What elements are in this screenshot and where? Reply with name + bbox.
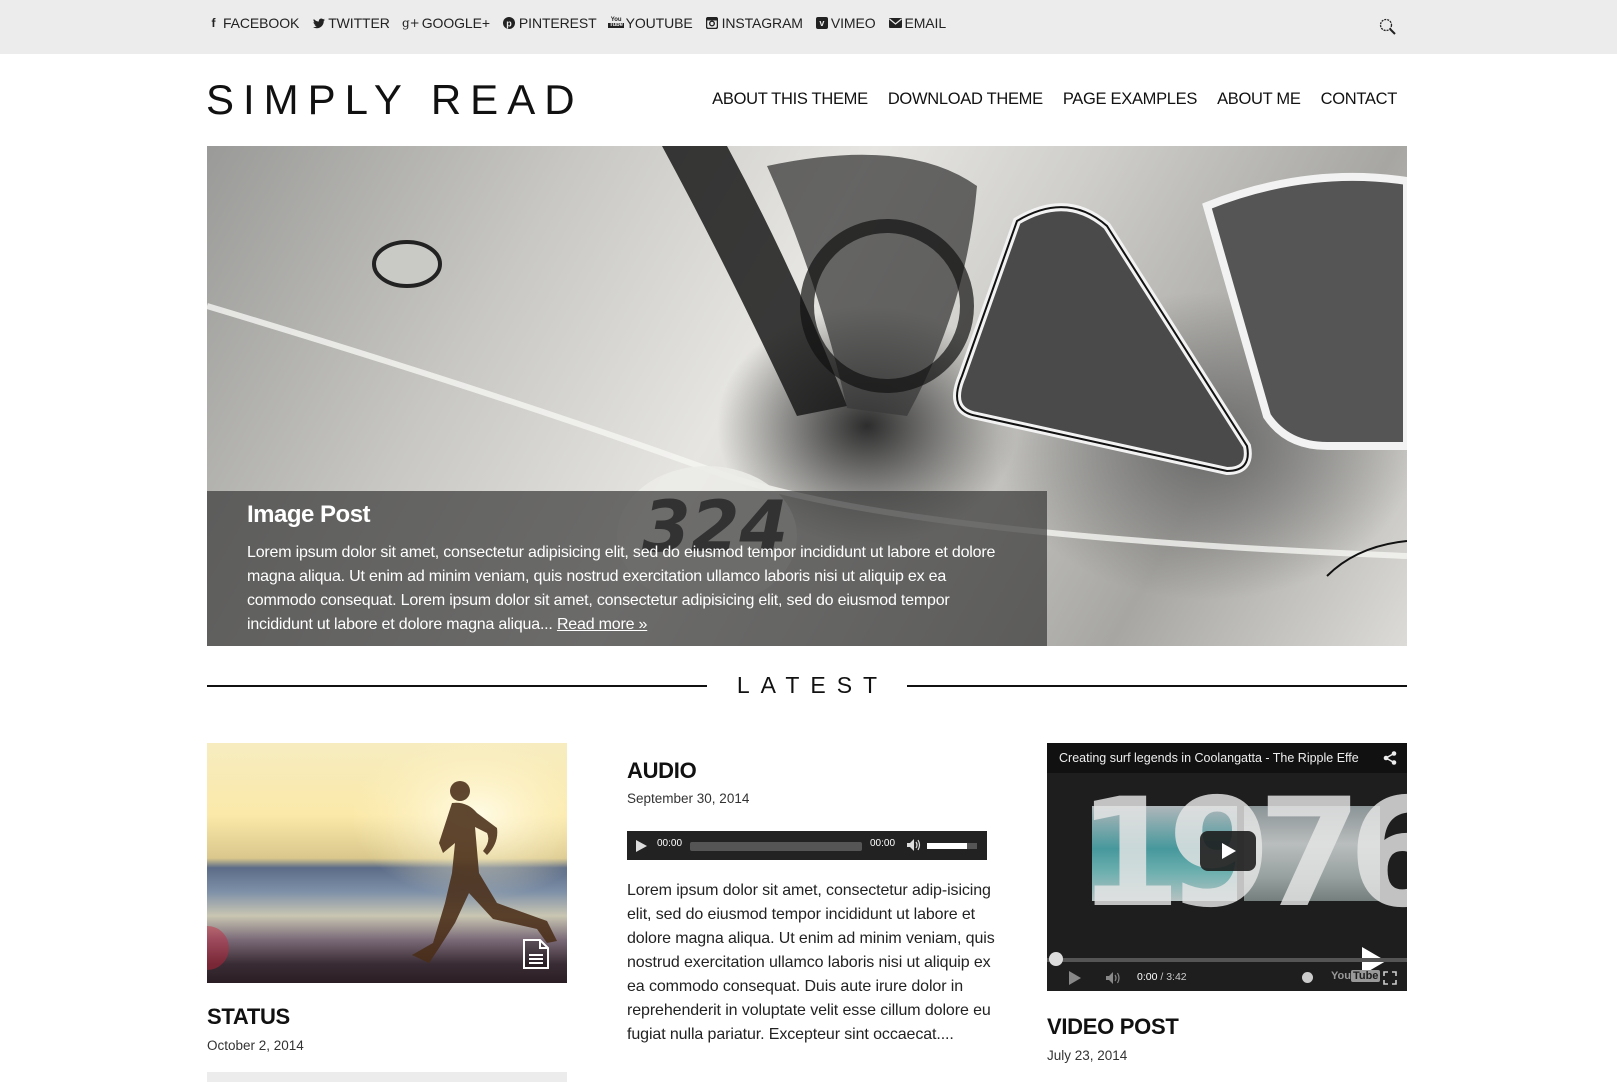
read-more-link[interactable]: Read more » (557, 616, 647, 633)
audio-volume-level (927, 843, 967, 849)
video-controls: 0:00 / 3:42 You Tube (1047, 965, 1407, 991)
status-post-title[interactable]: STATUS (207, 1004, 290, 1030)
social-bar: f FACEBOOK TWITTER g+ GOOGLE+ p PINTEREST Y… (0, 0, 1617, 54)
social-link-instagram[interactable]: INSTAGRAM (706, 15, 803, 31)
social-link-google-plus[interactable]: g+ GOOGLE+ (401, 15, 490, 31)
latest-heading: LATEST (736, 672, 889, 698)
divider-line-left (207, 685, 707, 687)
vimeo-icon: v (815, 17, 828, 29)
audio-duration: 00:00 (870, 838, 896, 849)
main-nav: ABOUT THIS THEME DOWNLOAD THEME PAGE EXA… (712, 90, 1397, 109)
nav-contact[interactable]: CONTACT (1321, 90, 1398, 109)
featured-post-hero[interactable]: 324 Image Post Lorem ipsum dolor sit ame… (207, 146, 1407, 646)
nav-about-this-theme[interactable]: ABOUT THIS THEME (712, 90, 868, 109)
facebook-icon: f (211, 16, 216, 30)
status-post-date: October 2, 2014 (207, 1038, 304, 1053)
social-links: f FACEBOOK TWITTER g+ GOOGLE+ p PINTEREST Y… (207, 15, 947, 31)
share-icon[interactable] (1383, 751, 1397, 765)
hero-caption: Image Post Lorem ipsum dolor sit amet, c… (207, 491, 1047, 646)
video-play-button[interactable] (1200, 831, 1256, 871)
latest-section-divider: LATEST (207, 670, 1407, 700)
search-icon[interactable] (1379, 18, 1397, 36)
youtube-icon: You Tube (608, 16, 624, 29)
social-link-pinterest[interactable]: p PINTEREST (503, 15, 597, 31)
audio-post-date: September 30, 2014 (627, 791, 750, 806)
video-volume-icon[interactable] (1105, 971, 1123, 985)
divider-line-right (907, 685, 1407, 687)
nav-download-theme[interactable]: DOWNLOAD THEME (888, 90, 1043, 109)
fullscreen-icon[interactable] (1383, 971, 1397, 985)
audio-post-excerpt: Lorem ipsum dolor sit amet, consectetur … (627, 882, 995, 1043)
svg-text:p: p (507, 19, 513, 29)
nav-page-examples[interactable]: PAGE EXAMPLES (1063, 90, 1198, 109)
email-icon (888, 17, 902, 30)
site-logo[interactable]: SIMPLY READ (206, 76, 584, 124)
video-scrubber-handle[interactable] (1049, 952, 1063, 966)
audio-player: 00:00 00:00 (627, 831, 987, 860)
youtube-logo[interactable]: You Tube (1331, 970, 1381, 982)
status-post-box (207, 1072, 567, 1082)
audio-post-title[interactable]: AUDIO (627, 758, 697, 784)
hero-excerpt: Lorem ipsum dolor sit amet, consectetur … (247, 544, 996, 633)
social-link-facebook[interactable]: f FACEBOOK (207, 15, 300, 31)
video-embed[interactable]: Creating surf legends in Coolangatta - T… (1047, 743, 1407, 991)
social-link-email[interactable]: EMAIL (888, 15, 946, 31)
video-progress-bar[interactable] (1047, 958, 1407, 962)
video-time: 0:00 / 3:42 (1137, 971, 1187, 983)
google-plus-icon: g+ (401, 16, 420, 30)
twitter-icon (312, 17, 325, 30)
hero-title[interactable]: Image Post (247, 501, 1007, 529)
audio-volume-slider[interactable] (927, 843, 977, 849)
pinterest-icon: p (503, 17, 516, 30)
audio-current-time: 00:00 (657, 838, 683, 849)
watch-later-icon[interactable] (1302, 972, 1313, 983)
nav-about-me[interactable]: ABOUT ME (1217, 90, 1301, 109)
status-post-image[interactable] (207, 743, 567, 983)
video-post-title[interactable]: VIDEO POST (1047, 1014, 1179, 1040)
social-link-twitter[interactable]: TWITTER (312, 15, 390, 31)
video-control-play-icon[interactable] (1069, 971, 1081, 985)
audio-progress-bar[interactable] (690, 842, 862, 851)
runner-silhouette (207, 743, 567, 983)
social-link-youtube[interactable]: You Tube YOUTUBE (608, 15, 693, 31)
video-embed-title[interactable]: Creating surf legends in Coolangatta - T… (1059, 751, 1369, 765)
social-link-vimeo[interactable]: v VIMEO (815, 15, 876, 31)
document-icon (523, 939, 549, 969)
audio-play-button[interactable] (636, 840, 647, 852)
video-post-date: July 23, 2014 (1047, 1048, 1128, 1063)
volume-icon[interactable] (906, 838, 922, 852)
instagram-icon (706, 17, 719, 30)
